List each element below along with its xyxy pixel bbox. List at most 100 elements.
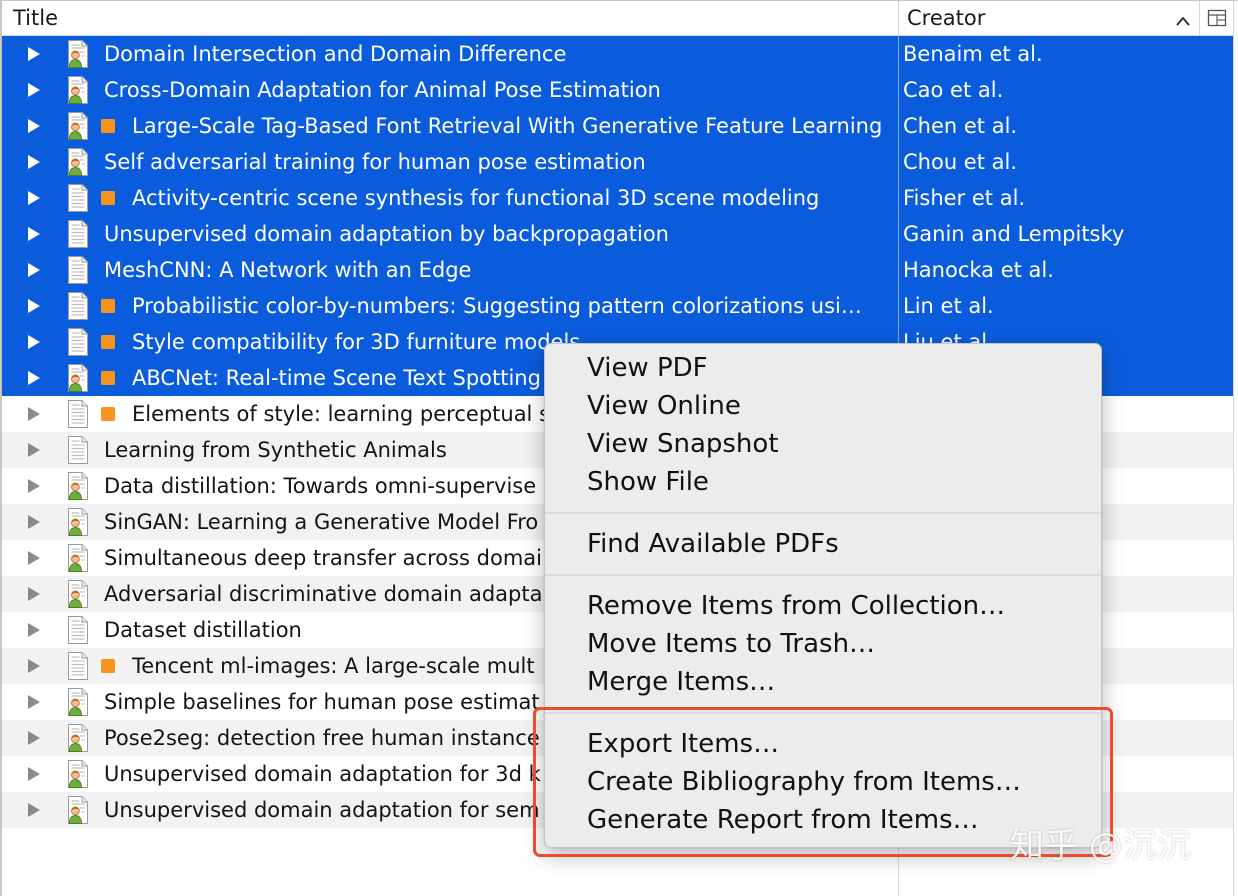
window-border-left [0,0,2,896]
person-document-icon [66,543,90,573]
item-row[interactable]: Large-Scale Tag-Based Font Retrieval Wit… [2,108,1233,144]
document-icon [66,651,90,681]
expand-triangle-icon[interactable] [27,46,41,62]
column-header-divider [1199,1,1200,35]
expand-triangle-icon[interactable] [27,118,41,134]
expand-triangle-icon[interactable] [27,334,41,350]
column-divider [898,108,899,144]
item-title[interactable]: Cross-Domain Adaptation for Animal Pose … [104,72,892,108]
menu-item-remove-items-from-collection[interactable]: Remove Items from Collection… [545,587,1101,625]
item-title[interactable]: MeshCNN: A Network with an Edge [104,252,892,288]
item-creator[interactable]: Hanocka et al. [903,252,1229,288]
person-document-icon [66,111,90,141]
expand-triangle-icon[interactable] [27,442,41,458]
expand-triangle-icon[interactable] [27,298,41,314]
expand-triangle-icon[interactable] [27,478,41,494]
document-icon [66,219,90,249]
column-divider [898,216,899,252]
column-divider [898,180,899,216]
expand-triangle-icon[interactable] [27,730,41,746]
menu-item-export-items[interactable]: Export Items… [545,725,1101,763]
context-menu: View PDF View Online View Snapshot Show Fil… [544,343,1102,848]
item-title[interactable]: Large-Scale Tag-Based Font Retrieval Wit… [132,108,892,144]
item-creator[interactable]: Ganin and Lempitsky [903,216,1229,252]
document-icon [66,183,90,213]
menu-item-move-items-to-trash[interactable]: Move Items to Trash… [545,625,1101,663]
document-icon [66,399,90,429]
menu-separator [545,563,1101,587]
document-icon [66,291,90,321]
person-document-icon [66,759,90,789]
item-title[interactable]: Probabilistic color-by-numbers: Suggesti… [132,288,892,324]
document-icon [66,435,90,465]
items-pane: Title Creator Domain Intersection and Do… [0,0,1238,896]
item-creator[interactable]: Benaim et al. [903,36,1229,72]
person-document-icon [66,795,90,825]
menu-item-view-snapshot[interactable]: View Snapshot [545,425,1101,463]
expand-triangle-icon[interactable] [27,802,41,818]
item-creator[interactable]: Lin et al. [903,288,1229,324]
expand-triangle-icon[interactable] [27,370,41,386]
column-divider [898,36,899,72]
column-header-title[interactable]: Title [13,1,58,35]
column-divider [898,252,899,288]
expand-triangle-icon[interactable] [27,82,41,98]
expand-triangle-icon[interactable] [27,262,41,278]
expand-triangle-icon[interactable] [27,586,41,602]
expand-triangle-icon[interactable] [27,190,41,206]
color-tag-square [101,299,115,313]
menu-item-view-online[interactable]: View Online [545,387,1101,425]
menu-item-view-pdf[interactable]: View PDF [545,349,1101,387]
menu-separator [545,501,1101,525]
expand-triangle-icon[interactable] [27,406,41,422]
column-picker-icon[interactable] [1207,9,1227,27]
expand-triangle-icon[interactable] [27,658,41,674]
item-row[interactable]: Domain Intersection and Domain Differenc… [2,36,1233,72]
menu-item-create-bibliography-from-items[interactable]: Create Bibliography from Items… [545,763,1101,801]
column-divider [898,144,899,180]
expand-triangle-icon[interactable] [27,622,41,638]
color-tag-square [101,191,115,205]
color-tag-square [101,335,115,349]
item-row[interactable]: Unsupervised domain adaptation by backpr… [2,216,1233,252]
item-row[interactable]: Self adversarial training for human pose… [2,144,1233,180]
expand-triangle-icon[interactable] [27,694,41,710]
menu-item-merge-items[interactable]: Merge Items… [545,663,1101,701]
expand-triangle-icon[interactable] [27,514,41,530]
menu-item-show-file[interactable]: Show File [545,463,1101,501]
item-creator[interactable]: Fisher et al. [903,180,1229,216]
window-border-top [0,0,1238,1]
person-document-icon [66,579,90,609]
item-row[interactable]: MeshCNN: A Network with an Edge Hanocka e… [2,252,1233,288]
item-title[interactable]: Unsupervised domain adaptation by backpr… [104,216,892,252]
expand-triangle-icon[interactable] [27,154,41,170]
expand-triangle-icon[interactable] [27,226,41,242]
chevron-up-icon [1176,12,1190,26]
column-header-divider[interactable] [898,1,899,35]
person-document-icon [66,687,90,717]
person-document-icon [66,147,90,177]
item-row[interactable]: Cross-Domain Adaptation for Animal Pose … [2,72,1233,108]
item-row[interactable]: Activity-centric scene synthesis for fun… [2,180,1233,216]
person-document-icon [66,39,90,69]
item-row[interactable]: Probabilistic color-by-numbers: Suggesti… [2,288,1233,324]
item-title[interactable]: Self adversarial training for human pose… [104,144,892,180]
expand-triangle-icon[interactable] [27,766,41,782]
document-icon [66,327,90,357]
color-tag-square [101,371,115,385]
column-header-row: Title Creator [2,1,1233,36]
person-document-icon [66,507,90,537]
item-creator[interactable]: Chen et al. [903,108,1229,144]
column-divider [898,288,899,324]
item-creator[interactable]: Chou et al. [903,144,1229,180]
document-icon [66,255,90,285]
expand-triangle-icon[interactable] [27,550,41,566]
item-creator[interactable]: Cao et al. [903,72,1229,108]
column-header-creator[interactable]: Creator [907,1,985,35]
color-tag-square [101,119,115,133]
window-border-right [1233,0,1234,896]
menu-item-find-available-pdfs[interactable]: Find Available PDFs [545,525,1101,563]
person-document-icon [66,75,90,105]
item-title[interactable]: Activity-centric scene synthesis for fun… [132,180,892,216]
item-title[interactable]: Domain Intersection and Domain Differenc… [104,36,892,72]
